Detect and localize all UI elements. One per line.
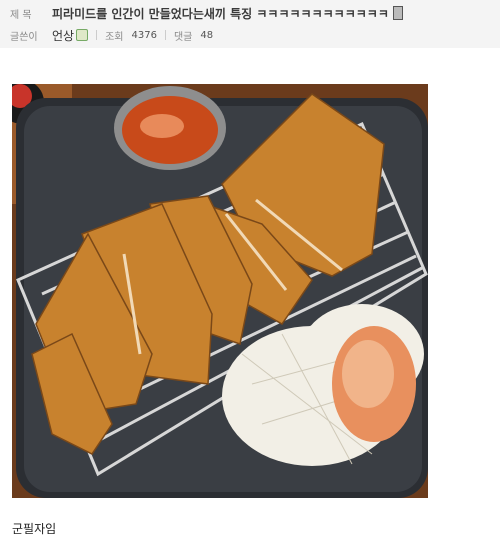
post-photo[interactable] <box>0 80 428 498</box>
title-label: 제 목 <box>10 9 32 21</box>
views-label: 조회 <box>105 31 124 43</box>
comments-label: 댓글 <box>173 31 193 43</box>
meta-row: 글쓴이 언상 조회 4376 댓글 48 <box>10 26 213 44</box>
views-count: 4376 <box>131 29 157 41</box>
author-label: 글쓴이 <box>10 31 38 43</box>
author-badge-icon <box>76 29 89 41</box>
divider <box>96 30 98 40</box>
author-name[interactable]: 언상 <box>52 27 74 44</box>
phone-icon <box>392 6 403 20</box>
comments-count[interactable]: 48 <box>200 30 213 41</box>
fried-cutlet-photo <box>0 80 428 498</box>
post-header: 제 목 피라미드를 인간이 만들었다는새끼 특징 ㅋㅋㅋㅋㅋㅋㅋㅋㅋㅋㅋㅋ 글쓴… <box>0 0 500 48</box>
divider <box>164 30 166 40</box>
post-caption: 군필자임 <box>12 522 57 536</box>
title-row: 제 목 피라미드를 인간이 만들었다는새끼 특징 ㅋㅋㅋㅋㅋㅋㅋㅋㅋㅋㅋㅋ <box>10 4 403 22</box>
post-title: 피라미드를 인간이 만들었다는새끼 특징 ㅋㅋㅋㅋㅋㅋㅋㅋㅋㅋㅋㅋ <box>52 6 389 21</box>
